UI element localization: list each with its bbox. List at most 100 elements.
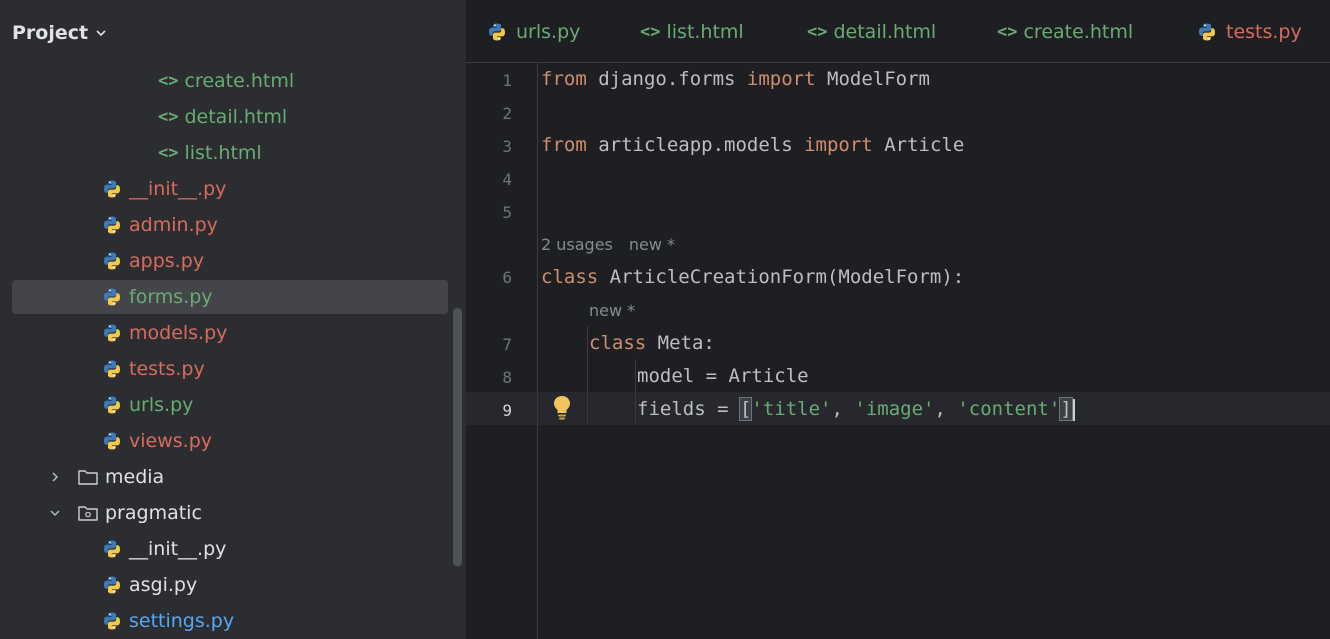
code-line-3[interactable]: from articleapp.models import Article [541, 134, 964, 156]
sidebar-scrollbar[interactable] [453, 308, 462, 566]
tree-item-forms-py[interactable]: forms.py [12, 280, 448, 314]
code-text: , [934, 398, 958, 420]
code-line-1[interactable]: from django.forms import ModelForm [541, 68, 930, 90]
tree-item-label: detail.html [184, 106, 288, 128]
tree-item-label: apps.py [129, 250, 205, 272]
string-literal: 'image' [854, 398, 935, 420]
tree-item-media[interactable]: media [12, 460, 448, 494]
line-number: 2 [502, 104, 512, 123]
tree-item-detail-html[interactable]: <> detail.html [12, 100, 448, 134]
matched-bracket: [ [738, 397, 753, 421]
tree-item-label: __init__.py [129, 178, 227, 200]
python-icon [101, 538, 123, 560]
line-number: 6 [502, 268, 512, 287]
html-icon: <> [158, 107, 179, 127]
line-number-current: 9 [502, 401, 512, 420]
python-icon [101, 286, 123, 308]
usages-link[interactable]: 2 usages [541, 235, 613, 254]
code-text: django.forms [586, 68, 747, 90]
python-icon [101, 178, 123, 200]
tree-item-label: admin.py [129, 214, 218, 236]
lightbulb-icon[interactable] [551, 394, 573, 420]
tree-item-urls-py[interactable]: urls.py [12, 388, 448, 422]
indent-guide [587, 326, 588, 425]
tab-label: detail.html [833, 21, 937, 43]
tree-item-label: views.py [129, 430, 212, 452]
code-text: model = Article [637, 365, 809, 387]
code-line-8[interactable]: model = Article [637, 365, 809, 387]
chevron-right-icon[interactable] [47, 469, 63, 485]
code-line-9[interactable]: fields = ['title', 'image', 'content'] [637, 397, 1075, 421]
line-number: 5 [502, 203, 512, 222]
code-text: ModelForm [815, 68, 930, 90]
matched-bracket: ] [1059, 397, 1073, 421]
string-literal: 'title' [751, 398, 832, 420]
string-literal: 'content' [957, 398, 1061, 420]
python-icon [486, 21, 508, 43]
code-text: articleapp.models [586, 134, 805, 156]
python-icon [101, 250, 123, 272]
tab-urls-py[interactable]: urls.py [486, 18, 580, 46]
keyword: from [541, 134, 587, 156]
tab-tests-py[interactable]: tests.py [1196, 18, 1302, 46]
project-title: Project [12, 22, 89, 44]
keyword: import [746, 68, 816, 90]
python-icon [101, 322, 123, 344]
tree-item-asgi-py[interactable]: asgi.py [12, 568, 448, 602]
author-hint: new * [628, 235, 676, 254]
python-icon [101, 394, 123, 416]
tree-item-label: models.py [129, 322, 228, 344]
tree-item-label: asgi.py [129, 574, 198, 596]
tree-item-label: __init__.py [129, 538, 227, 560]
python-icon [101, 430, 123, 452]
project-view-selector[interactable]: Project [12, 18, 108, 48]
python-icon [101, 358, 123, 380]
project-panel: Project <> create.html <> detail.html <> list… [0, 0, 466, 639]
line-number: 7 [502, 335, 512, 354]
tree-item-admin-py[interactable]: admin.py [12, 208, 448, 242]
tab-list-html[interactable]: <> list.html [640, 18, 744, 46]
line-number: 8 [502, 368, 512, 387]
tree-item-pragmatic[interactable]: pragmatic [12, 496, 448, 530]
tree-item-views-py[interactable]: views.py [12, 424, 448, 458]
tree-item-label: tests.py [129, 358, 205, 380]
line-number: 1 [502, 71, 512, 90]
code-text: fields = [637, 398, 740, 420]
tree-item-label: pragmatic [105, 502, 202, 524]
code-text: , [831, 398, 855, 420]
tree-item-init-py[interactable]: __init__.py [12, 172, 448, 206]
text-caret [1072, 398, 1075, 421]
tree-item-settings-py[interactable]: settings.py [12, 604, 448, 638]
python-icon [101, 574, 123, 596]
html-icon: <> [640, 22, 661, 42]
tree-item-apps-py[interactable]: apps.py [12, 244, 448, 278]
package-folder-icon [77, 502, 99, 524]
tab-label: list.html [666, 21, 744, 43]
tree-item-label: urls.py [129, 394, 194, 416]
python-icon [101, 610, 123, 632]
chevron-down-icon [96, 30, 106, 37]
tree-item-create-html[interactable]: <> create.html [12, 64, 448, 98]
tree-item-tests-py[interactable]: tests.py [12, 352, 448, 386]
tab-label: urls.py [516, 21, 581, 43]
tree-item-list-html[interactable]: <> list.html [12, 136, 448, 170]
keyword: class [541, 266, 599, 288]
keyword: class [589, 332, 647, 354]
editor-tabs: urls.py <> list.html <> detail.html <> create.… [466, 0, 1330, 63]
code-line-7[interactable]: class Meta: [589, 332, 715, 354]
chevron-down-icon[interactable] [47, 505, 63, 521]
tree-item-label: forms.py [129, 286, 213, 308]
tree-item-init-py[interactable]: __init__.py [12, 532, 448, 566]
folder-icon [77, 466, 99, 488]
tab-detail-html[interactable]: <> detail.html [807, 18, 936, 46]
line-number: 4 [502, 170, 512, 189]
tab-create-html[interactable]: <> create.html [997, 18, 1133, 46]
code-line-6[interactable]: class ArticleCreationForm(ModelForm): [541, 266, 964, 288]
tree-item-label: create.html [184, 70, 295, 92]
usages-hint[interactable]: 2 usages new * [541, 235, 675, 254]
code-text: Article [872, 134, 965, 156]
html-icon: <> [997, 22, 1018, 42]
tree-item-models-py[interactable]: models.py [12, 316, 448, 350]
tab-label: tests.py [1226, 21, 1302, 43]
code-text: ArticleCreationForm(ModelForm): [598, 266, 965, 288]
